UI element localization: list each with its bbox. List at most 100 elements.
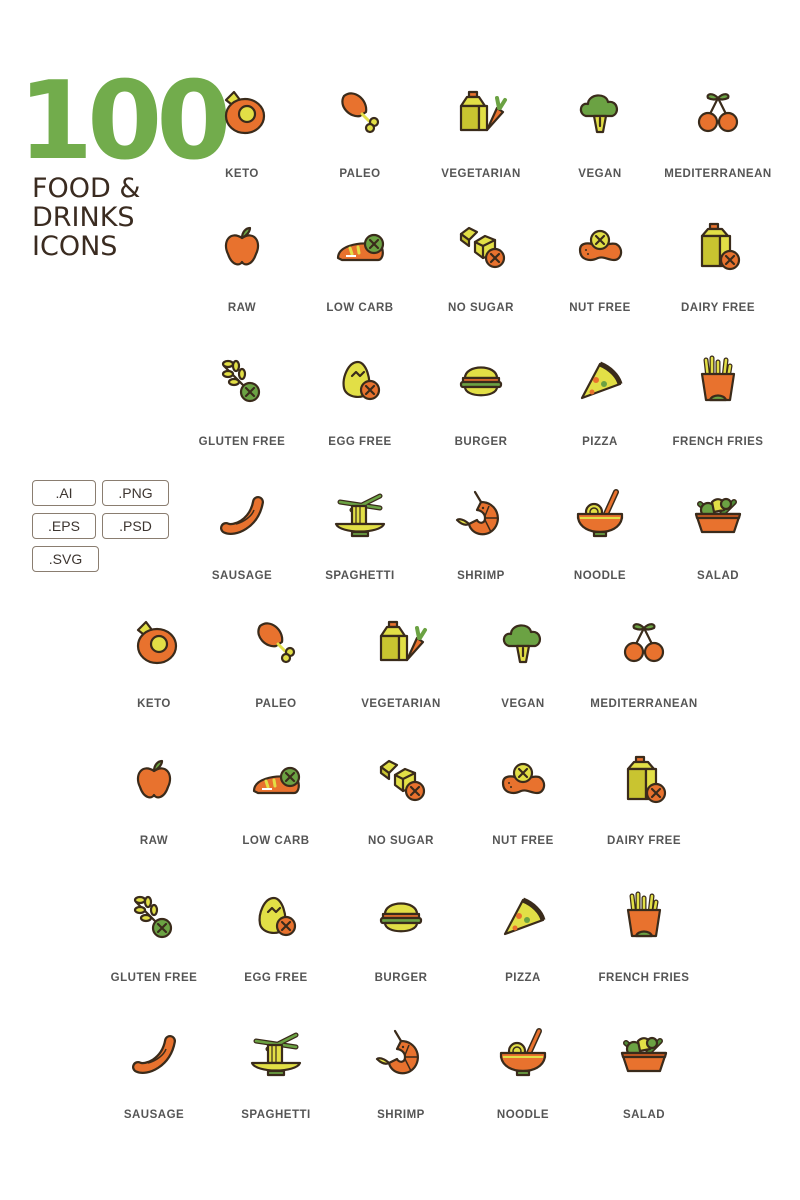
icon-label: FRENCH FRIES [598,972,690,984]
vegan-icon [502,624,541,664]
icon-label: BURGER [374,972,428,984]
burger-icon [379,902,423,933]
icon-tile: GLUTEN FREE [182,350,302,460]
vegetarian-icon [459,90,507,132]
format-badge-psd: .PSD [102,513,169,539]
icon-tile: PALEO [300,82,420,192]
icon-label: FRENCH FRIES [672,436,764,448]
icon-tile: GLUTEN FREE [94,886,214,996]
icon-tile: LOW CARB [216,749,336,859]
icon-label: SALAD [622,1109,666,1121]
icon-label: NO SUGAR [448,302,514,314]
icon-label: DAIRY FREE [606,835,681,847]
icon-tile: VEGAN [463,612,583,722]
spaghetti-icon [250,1032,302,1077]
icon-label: GLUTEN FREE [110,972,198,984]
mediterranean-icon [697,93,739,133]
nut-free-icon [578,229,623,262]
icon-tile: MEDITERRANEAN [584,612,704,722]
icon-label: EGG FREE [244,972,308,984]
gluten-free-icon [133,895,173,939]
icon-label: LOW CARB [326,302,394,314]
egg-free-icon [342,360,381,401]
subtitle-line: ICONS [32,231,118,262]
noodle-icon [499,1028,547,1077]
icon-label: SHRIMP [377,1109,425,1121]
icon-tile: NOODLE [540,484,660,594]
icon-tile: SHRIMP [421,484,541,594]
format-badge-ai: .AI [32,480,96,506]
icon-tile: EGG FREE [216,886,336,996]
low-carb-icon [252,766,301,795]
icon-label: VEGAN [501,698,545,710]
icon-tile: VEGAN [540,82,660,192]
icon-tile: SAUSAGE [182,484,302,594]
icon-tile: EGG FREE [300,350,420,460]
gluten-free-icon [221,359,261,403]
icon-label: SALAD [696,570,740,582]
icon-tile: SALAD [658,484,778,594]
salad-icon [694,497,742,534]
icon-tile: SAUSAGE [94,1023,214,1133]
icon-label: MEDITERRANEAN [664,168,772,180]
keto-icon [136,620,178,665]
noodle-icon [576,489,624,538]
icon-label: EGG FREE [328,436,392,448]
subtitle-line: FOOD & [32,173,141,204]
format-badge-svg: .SVG [32,546,99,572]
icon-label: MEDITERRANEAN [590,698,698,710]
keto-icon [224,90,266,135]
icon-tile: FRENCH FRIES [584,886,704,996]
icon-tile: NO SUGAR [421,216,541,326]
hero-subtitle: FOOD & DRINKS ICONS [32,174,140,261]
low-carb-icon [336,233,385,262]
sausage-icon [132,1035,176,1074]
icon-tile: PIZZA [540,350,660,460]
dairy-free-icon [626,755,667,804]
icon-tile: SPAGHETTI [216,1023,336,1133]
dairy-free-icon [700,222,741,271]
icon-label: SPAGHETTI [241,1109,311,1121]
vegetarian-icon [379,620,427,662]
icon-label: SHRIMP [457,570,505,582]
burger-icon [459,366,503,397]
raw-icon [136,759,172,799]
icon-label: VEGETARIAN [441,168,521,180]
icon-label: NOODLE [496,1109,550,1121]
spaghetti-icon [334,493,386,538]
icon-tile: BURGER [341,886,461,996]
icon-tile: SALAD [584,1023,704,1133]
pizza-icon [580,361,623,400]
icon-tile: RAW [182,216,302,326]
format-badge-eps: .EPS [32,513,96,539]
icon-label: PALEO [255,698,297,710]
icon-label: NOODLE [573,570,627,582]
icon-tile: MEDITERRANEAN [658,82,778,192]
icon-label: SAUSAGE [123,1109,185,1121]
icon-label: LOW CARB [242,835,310,847]
no-sugar-icon [459,226,506,269]
icon-tile: KETO [94,612,214,722]
icon-label: NO SUGAR [368,835,434,847]
sausage-icon [220,496,264,535]
icon-tile: NO SUGAR [341,749,461,859]
icon-tile: LOW CARB [300,216,420,326]
french-fries-icon [700,355,736,402]
no-sugar-icon [379,759,426,802]
icon-label: NUT FREE [492,835,554,847]
paleo-icon [257,622,296,664]
icon-tile: NUT FREE [540,216,660,326]
icon-tile: FRENCH FRIES [658,350,778,460]
salad-icon [620,1036,668,1073]
icon-label: PIZZA [582,436,618,448]
paleo-icon [341,92,380,134]
icon-label: RAW [227,302,257,314]
icon-label: SAUSAGE [211,570,273,582]
icon-label: NUT FREE [569,302,631,314]
icon-tile: VEGETARIAN [341,612,461,722]
icon-tile: KETO [182,82,302,192]
icon-label: BURGER [454,436,508,448]
icon-label: PALEO [339,168,381,180]
icon-label: PIZZA [505,972,541,984]
icon-tile: RAW [94,749,214,859]
